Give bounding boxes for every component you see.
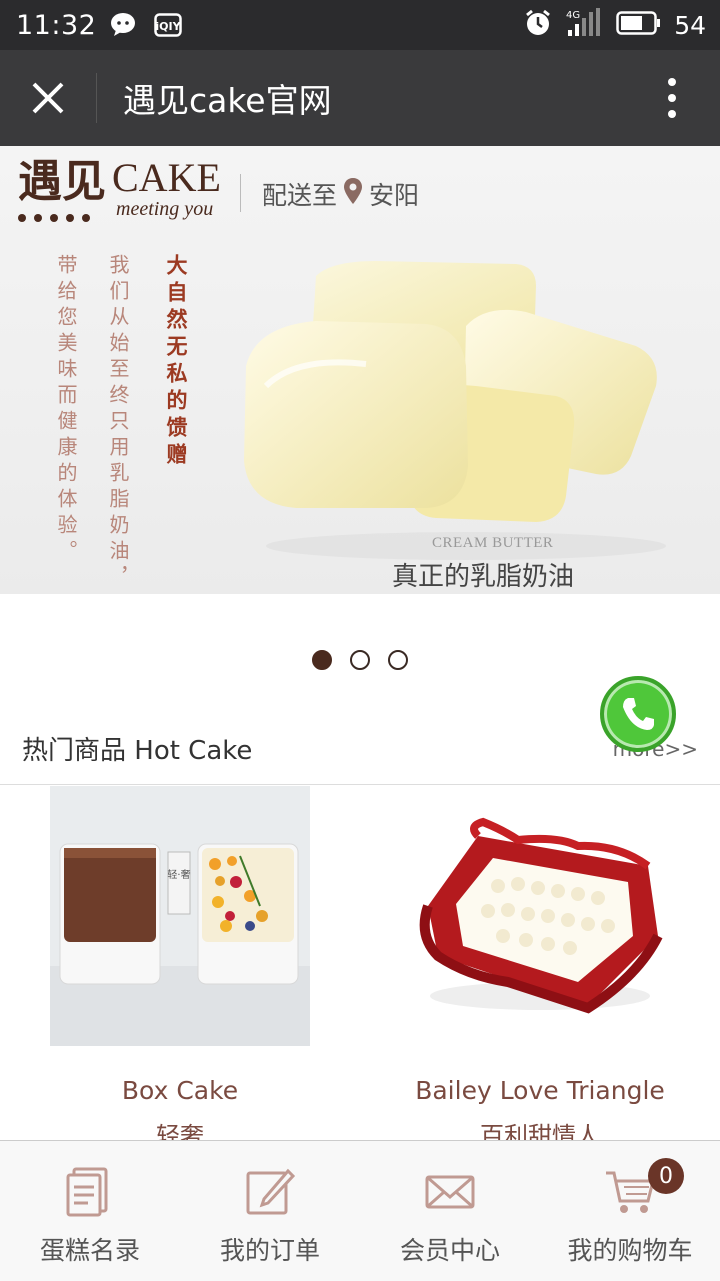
banner-caption-en: CREAM BUTTER <box>432 535 554 551</box>
title-divider <box>96 73 97 123</box>
close-icon <box>32 82 64 114</box>
brand-dots <box>18 214 90 222</box>
brand-tagline: meeting you <box>116 198 214 220</box>
banner-text-col3: 大自然无私的馈赠 <box>164 254 189 470</box>
more-button[interactable] <box>624 50 720 146</box>
phone-call-button[interactable] <box>600 676 676 752</box>
signal-icon: 4G <box>564 8 604 42</box>
banner-caption-cn: 真正的乳脂奶油 <box>392 562 575 592</box>
brand-separator <box>240 174 241 212</box>
nav-item-orders[interactable]: 我的订单 <box>180 1141 360 1281</box>
location-pin-icon <box>343 177 363 211</box>
iqiyi-label: iQIY <box>156 20 182 33</box>
carousel-dot-2[interactable] <box>350 650 370 670</box>
delivery-location[interactable]: 配送至 安阳 <box>262 176 419 212</box>
envelope-icon <box>425 1175 475 1209</box>
network-label: 4G <box>566 10 580 21</box>
nav-item-catalog[interactable]: 蛋糕名录 <box>0 1141 180 1281</box>
title-bar: 遇见cake官网 <box>0 50 720 146</box>
brand-logo[interactable]: 遇见 CAKE meeting you <box>18 155 221 222</box>
more-vertical-icon <box>668 78 676 118</box>
product-image <box>408 786 672 1046</box>
product-name: Box Cake <box>121 1076 239 1105</box>
product-grid: 轻·奢 Box Cake 轻奢 Bailey Love Triangle 百利甜… <box>0 786 720 1140</box>
cream-butter-image <box>244 261 666 560</box>
nav-label: 蛋糕名录 <box>39 1236 140 1265</box>
nav-label: 会员中心 <box>399 1236 500 1265</box>
nav-label: 我的订单 <box>219 1236 320 1265</box>
section-divider <box>0 784 720 785</box>
wechat-icon <box>110 12 140 38</box>
cart-count-badge: 0 <box>648 1158 684 1194</box>
page-title: 遇见cake官网 <box>123 81 332 120</box>
edit-order-icon <box>246 1168 296 1215</box>
brand-name-en: CAKE <box>112 155 221 200</box>
carousel-indicators <box>0 650 720 670</box>
section-title: 热门商品 Hot Cake <box>22 736 253 766</box>
delivery-city: 安阳 <box>369 181 420 210</box>
product-name-cn: 百利甜情人 <box>480 1122 600 1140</box>
nav-label: 我的购物车 <box>567 1236 693 1265</box>
status-bar: 11:32 iQIY 4G 54 <box>0 0 720 50</box>
bottom-nav: 蛋糕名录 我的订单 会员中心 我的购物车 <box>0 1140 720 1281</box>
battery-level: 54 <box>674 10 706 40</box>
product-image: 轻·奢 <box>50 786 310 1046</box>
banner-text-col1: 带给您美味而健康的体验。 <box>54 254 78 566</box>
brand-name-cn: 遇见 <box>18 156 106 207</box>
nav-item-cart[interactable]: 我的购物车 <box>540 1141 720 1281</box>
phone-icon <box>623 698 654 730</box>
delivery-label: 配送至 <box>262 181 338 210</box>
battery-icon <box>616 10 662 40</box>
product-name: Bailey Love Triangle <box>415 1076 665 1105</box>
banner-text-col2: 我们从始至终只用乳脂奶油， <box>106 254 130 592</box>
iqiyi-icon: iQIY <box>154 13 183 37</box>
status-time: 11:32 <box>16 9 97 41</box>
catalog-icon <box>66 1167 108 1217</box>
carousel-dot-3[interactable] <box>388 650 408 670</box>
product-name-cn: 轻奢 <box>156 1122 204 1140</box>
box-label: 轻·奢 <box>167 868 190 881</box>
alarm-icon <box>524 9 552 41</box>
nav-item-member[interactable]: 会员中心 <box>360 1141 540 1281</box>
banner-carousel[interactable]: 遇见 CAKE meeting you 配送至 安阳 带给您美味而健康的体验。 … <box>0 146 720 594</box>
carousel-dot-1[interactable] <box>312 650 332 670</box>
close-button[interactable] <box>0 50 96 146</box>
